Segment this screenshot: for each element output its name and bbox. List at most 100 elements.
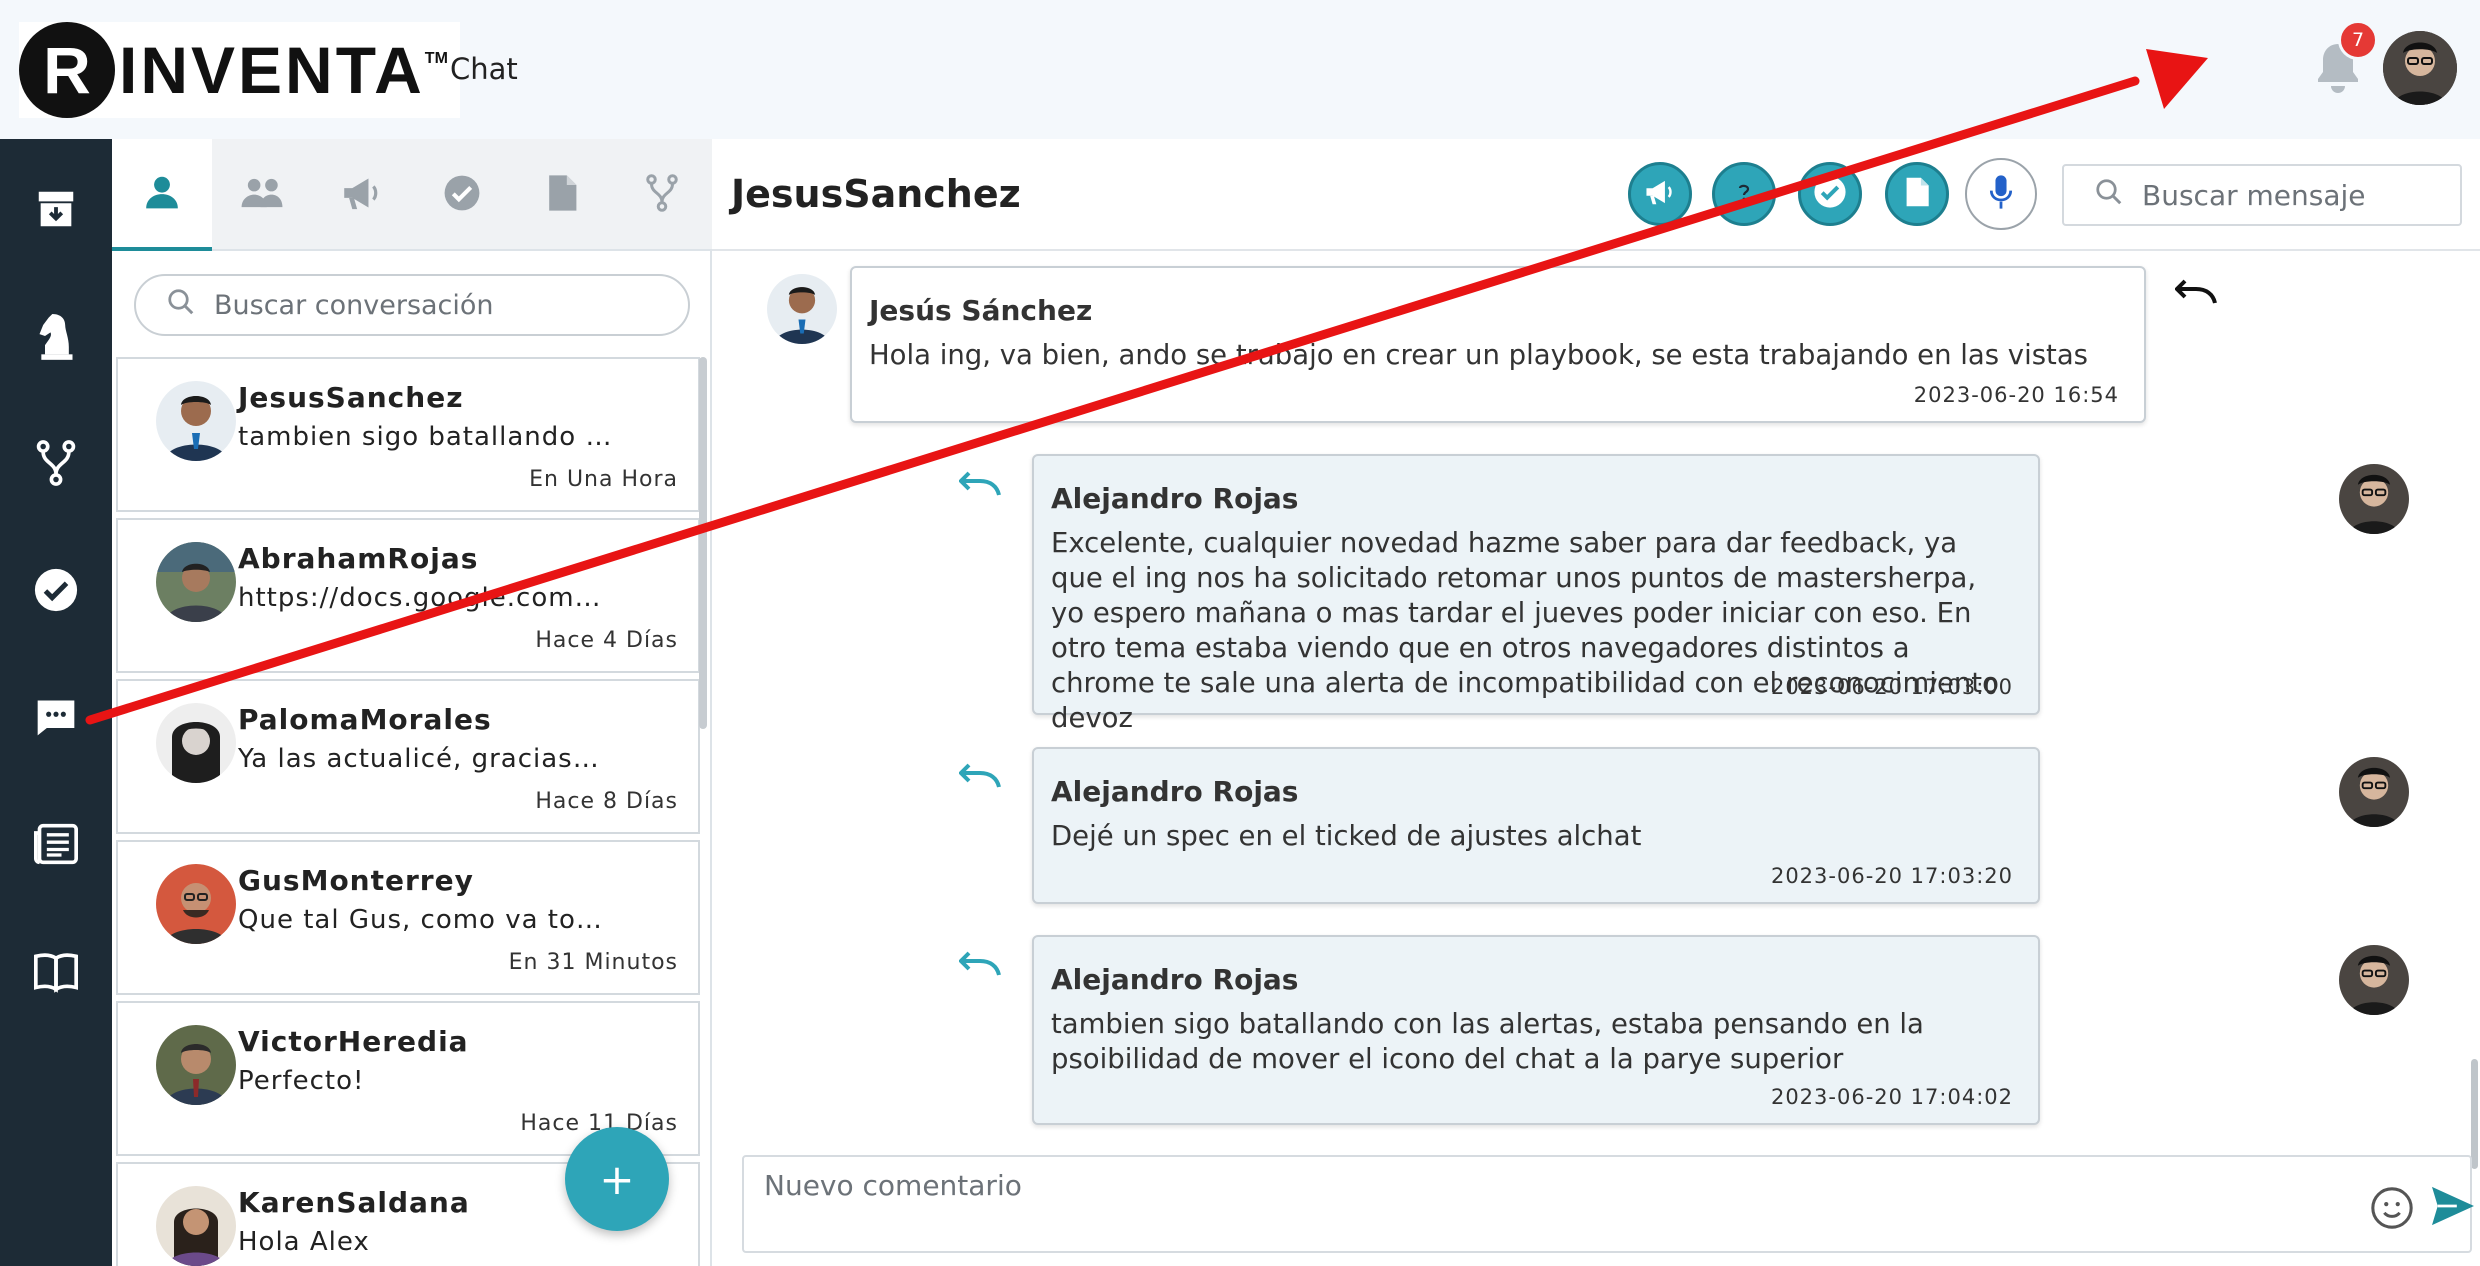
documents-button[interactable] [1885,162,1949,226]
emoji-icon[interactable] [2369,1185,2415,1235]
message-search-input[interactable]: Buscar mensaje [2062,164,2462,226]
chat-header: JesusSanchez Buscar mensaje [712,139,2480,251]
voice-button[interactable] [1965,158,2037,230]
app-title: Chat [450,52,518,86]
conversation-name: PalomaMorales [238,703,492,736]
conversation-time: En 31 Minutos [508,950,678,975]
message-timestamp: 2023-06-20 16:54 [1913,383,2119,407]
help-button[interactable] [1712,162,1776,226]
newspaper-icon[interactable] [30,818,82,870]
message-bubble[interactable]: Alejandro Rojas Dejé un spec en el ticke… [1032,747,2040,904]
comment-input[interactable]: Nuevo comentario [742,1155,2474,1253]
book-icon[interactable] [30,945,82,997]
microphone-icon [1988,174,2014,214]
message-bubble[interactable]: Jesús Sánchez Hola ing, va bien, ando se… [850,266,2146,423]
message-bubble[interactable]: Alejandro Rojas tambien sigo batallando … [1032,935,2040,1125]
user-avatar[interactable] [2383,31,2457,105]
logo-wordmark: INVENTA [119,33,425,107]
message-timestamp: 2023-06-20 17:03:20 [1770,864,2013,888]
avatar [156,542,236,622]
check-circle-icon [1813,175,1847,213]
tab-groups[interactable] [212,139,312,251]
inbox-icon[interactable] [30,183,82,235]
avatar [2339,945,2409,1015]
conversation-preview: Ya las actualicé, gracias… [238,744,600,774]
message-author: Alejandro Rojas [1051,775,1299,808]
conversation-preview: Perfecto! [238,1066,365,1096]
megaphone-icon [341,175,383,215]
avatar [156,703,236,783]
message-author: Alejandro Rojas [1051,963,1299,996]
message-search-placeholder: Buscar mensaje [2142,178,2366,212]
conversation-name: VictorHeredia [238,1025,469,1058]
check-circle-icon[interactable] [30,564,82,616]
logo-mark: R [19,22,115,118]
message-text: Hola ing, va bien, ando se trabajo en cr… [869,339,2089,371]
avatar [156,381,236,461]
conversation-list-scrollbar[interactable] [699,357,707,729]
chess-knight-icon[interactable] [30,310,82,362]
question-icon [1737,183,1751,205]
app-root: R INVENTA TM Chat 7 Buscar conversación … [0,0,2480,1266]
conversation-preview: Que tal Gus, como va to… [238,905,603,935]
conversation-preview: https://docs.google.com… [238,583,602,613]
group-icon [240,175,284,215]
message-list: Jesús Sánchez Hola ing, va bien, ando se… [712,251,2480,1266]
tab-announcements[interactable] [312,139,412,251]
conversation-search-input[interactable]: Buscar conversación [134,274,690,336]
send-icon[interactable] [2430,1185,2476,1231]
message-bubble[interactable]: Alejandro Rojas Excelente, cualquier nov… [1032,454,2040,734]
tab-tasks[interactable] [412,139,512,251]
conversation-panel: Buscar conversación JesusSanchez tambien… [112,139,712,1266]
message-text: Excelente, cualquier novedad hazme saber… [1051,527,1999,734]
logo-trademark: TM [424,50,448,67]
tab-documents[interactable] [512,139,612,251]
tab-direct[interactable] [112,139,212,251]
comment-placeholder: Nuevo comentario [764,1169,1022,1202]
chat-icon[interactable] [30,691,82,743]
branch-icon[interactable] [30,437,82,489]
avatar [156,864,236,944]
message-timestamp: 2023-06-20 17:04:02 [1770,1085,2013,1109]
message-timestamp: 2023-06-20 17:03:00 [1770,675,2013,699]
check-circle-icon [443,174,481,216]
top-header: R INVENTA TM Chat 7 [0,0,2480,139]
chat-area: JesusSanchez Buscar mensaje Jesús Sánche… [712,139,2480,1266]
conversation-name: JesusSanchez [238,381,464,414]
avatar [156,1186,236,1266]
conversation-item[interactable]: PalomaMorales Ya las actualicé, gracias…… [116,679,700,834]
message-author: Jesús Sánchez [869,294,1093,327]
message-author: Alejandro Rojas [1051,482,1299,515]
avatar [2339,464,2409,534]
conversation-name: GusMonterrey [238,864,474,897]
branch-icon [644,173,680,217]
reply-icon[interactable] [958,761,1003,789]
search-icon [2094,177,2124,214]
conversation-time: En Una Hora [529,467,678,492]
avatar [2339,757,2409,827]
announcement-button[interactable] [1628,162,1692,226]
tab-branches[interactable] [612,139,712,251]
tasks-button[interactable] [1798,162,1862,226]
megaphone-icon [1644,178,1676,210]
reply-icon[interactable] [958,949,1003,977]
avatar [767,274,837,344]
chat-title: JesusSanchez [731,172,1021,216]
reply-icon[interactable] [2174,277,2219,305]
document-icon [546,173,578,217]
logo[interactable]: R INVENTA TM [19,22,460,118]
conversation-name: AbrahamRojas [238,542,479,575]
conversation-item[interactable]: JesusSanchez tambien sigo batallando … E… [116,357,700,512]
search-icon [166,287,196,324]
message-list-scrollbar[interactable] [2471,1059,2478,1169]
conversation-time: Hace 4 Días [535,628,678,653]
message-text: tambien sigo batallando con las alertas,… [1051,1008,1924,1075]
notification-badge: 7 [2338,20,2378,60]
left-nav-rail [0,139,112,1266]
new-conversation-button[interactable]: + [565,1127,669,1231]
reply-icon[interactable] [958,469,1003,497]
conversation-time: Hace 8 Días [535,789,678,814]
conversation-preview: tambien sigo batallando … [238,422,613,452]
conversation-item[interactable]: GusMonterrey Que tal Gus, como va to… En… [116,840,700,995]
conversation-item[interactable]: AbrahamRojas https://docs.google.com… Ha… [116,518,700,673]
